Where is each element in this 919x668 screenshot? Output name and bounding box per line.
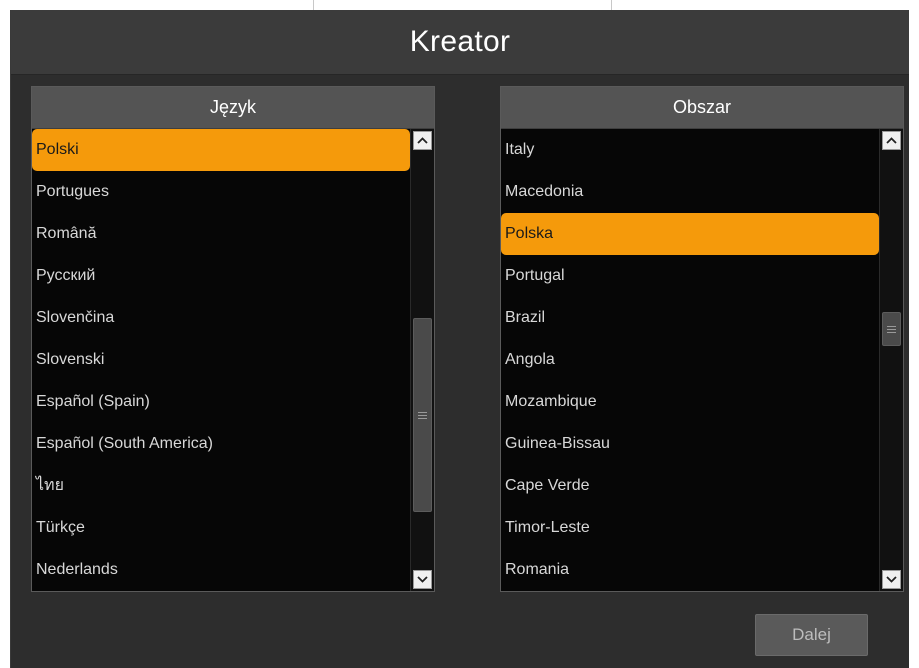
region-panel: Obszar Italy Macedonia Polska Portugal Brazi…: [500, 86, 904, 592]
next-button[interactable]: Dalej: [755, 614, 868, 656]
language-scroll-down-button[interactable]: [413, 570, 432, 589]
region-list-item[interactable]: Polska: [501, 213, 879, 255]
region-scroll-up-button[interactable]: [882, 131, 901, 150]
top-strip: [0, 0, 919, 10]
language-list-item[interactable]: Русский: [32, 255, 410, 297]
region-scroll-thumb[interactable]: [882, 312, 901, 346]
region-list-item[interactable]: Romania: [501, 549, 879, 591]
language-list-item[interactable]: Nederlands: [32, 549, 410, 591]
language-list-item[interactable]: Türkçe: [32, 507, 410, 549]
language-list[interactable]: Polski Portugues Română Русский Slovenčina Sl…: [32, 129, 410, 591]
language-list-item[interactable]: Portugues: [32, 171, 410, 213]
language-list-item[interactable]: Română: [32, 213, 410, 255]
language-scroll-up-button[interactable]: [413, 131, 432, 150]
grip-icon: [418, 411, 427, 419]
region-list-item[interactable]: Cape Verde: [501, 465, 879, 507]
region-list-item[interactable]: Timor-Leste: [501, 507, 879, 549]
grip-icon: [887, 325, 896, 333]
chevron-down-icon: [886, 576, 897, 583]
region-list-item[interactable]: Macedonia: [501, 171, 879, 213]
dialog-title: Kreator: [409, 25, 511, 58]
wizard-dialog: Kreator Język Polski Portugues Română Русск…: [10, 10, 909, 668]
region-list[interactable]: Italy Macedonia Polska Portugal Brazil Angola…: [501, 129, 879, 591]
language-list-item[interactable]: Slovenski: [32, 339, 410, 381]
language-list-item[interactable]: Slovenčina: [32, 297, 410, 339]
chevron-up-icon: [886, 137, 897, 144]
region-list-item[interactable]: Brazil: [501, 297, 879, 339]
chevron-up-icon: [417, 137, 428, 144]
region-list-item[interactable]: Portugal: [501, 255, 879, 297]
top-strip-divider: [611, 0, 612, 10]
title-bar: Kreator: [11, 10, 909, 75]
region-panel-header: Obszar: [501, 87, 903, 129]
language-list-item[interactable]: Español (South America): [32, 423, 410, 465]
language-list-item[interactable]: Español (Spain): [32, 381, 410, 423]
language-list-item[interactable]: ไทย: [32, 465, 410, 507]
region-scrollbar[interactable]: [879, 129, 903, 591]
language-panel: Język Polski Portugues Română Русский Sloven…: [31, 86, 435, 592]
region-list-item[interactable]: Guinea-Bissau: [501, 423, 879, 465]
region-list-item[interactable]: Mozambique: [501, 381, 879, 423]
language-scrollbar[interactable]: [410, 129, 434, 591]
language-scroll-thumb[interactable]: [413, 318, 432, 512]
language-list-item[interactable]: Polski: [32, 129, 410, 171]
region-list-item[interactable]: Angola: [501, 339, 879, 381]
top-strip-divider: [313, 0, 314, 10]
chevron-down-icon: [417, 576, 428, 583]
language-panel-header: Język: [32, 87, 434, 129]
region-list-item[interactable]: Italy: [501, 129, 879, 171]
region-scroll-down-button[interactable]: [882, 570, 901, 589]
